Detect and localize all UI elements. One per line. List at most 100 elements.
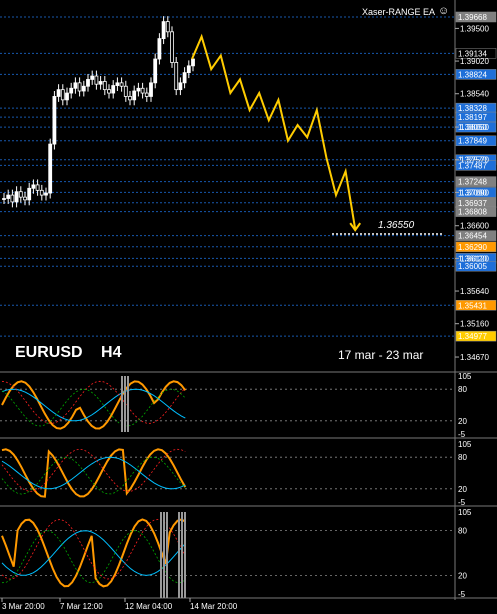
highlight-bar (184, 512, 186, 598)
candle-body (119, 82, 124, 87)
candle-body (157, 38, 162, 60)
chart-window[interactable]: 1.39668 1.39134 1.38824 1.38328 1.38197 1.380… (0, 0, 497, 614)
oscillator-scale-label: -5 (458, 590, 466, 599)
level-price-label: 1.37849 (458, 137, 487, 146)
level-price-label: 1.34977 (458, 332, 487, 341)
candle-body (81, 85, 86, 92)
oscillator-scale-label: 20 (458, 571, 467, 580)
candle-body (123, 85, 128, 97)
candle-body (191, 58, 195, 67)
price-tick-label: 1.36120 (460, 254, 489, 263)
candle-body (65, 92, 69, 101)
level-price-label: 1.36005 (458, 262, 487, 271)
candle-body (140, 87, 145, 94)
level-price-label: 1.36808 (458, 208, 487, 217)
candle-body (111, 85, 116, 94)
candle-body (60, 89, 65, 101)
candle-body (73, 82, 78, 89)
candle-body (86, 79, 90, 87)
candle-body (52, 96, 57, 145)
price-tick-label: 1.38540 (460, 90, 489, 99)
time-tick-label: 12 Mar 04:00 (125, 602, 173, 611)
candle-body (165, 21, 170, 33)
candle-body (18, 191, 23, 198)
level-price-label: 1.35431 (458, 301, 487, 310)
candle-body (170, 31, 174, 63)
candle-body (102, 81, 107, 91)
oscillator-main-line (1, 518, 186, 588)
symbol-label: EURUSD (15, 344, 83, 361)
candle-body (35, 184, 40, 191)
candle-body (39, 189, 44, 196)
candle-body (136, 87, 141, 92)
highlight-bar (163, 512, 165, 598)
candle-body (107, 89, 111, 94)
oscillator-scale-label: -5 (458, 498, 466, 507)
candle-body (98, 81, 103, 85)
candle-body (161, 21, 166, 40)
oscillator-scale-label: 105 (458, 372, 472, 381)
oscillator-scale-label: 105 (458, 508, 472, 517)
candle-body (23, 196, 27, 201)
oscillator-scale-label: 105 (458, 440, 472, 449)
level-price-label: 1.39668 (458, 13, 487, 22)
candle-body (149, 82, 153, 97)
forecast-line (191, 33, 357, 230)
ea-title: Xaser-RANGE EA (362, 7, 436, 17)
symbol-timeframe: EURUSD H4 (15, 344, 121, 362)
oscillator-scale-label: 80 (458, 527, 467, 536)
highlight-bar (178, 512, 180, 598)
target-price-label: 1.36550 (378, 220, 415, 231)
candle-body (186, 65, 191, 74)
candle-body (31, 184, 36, 189)
candle-body (77, 82, 82, 92)
price-tick-label: 1.39500 (460, 24, 489, 33)
oscillator-scale-label: 20 (458, 417, 467, 426)
highlight-bar (127, 376, 129, 432)
candle-body (115, 82, 120, 86)
timeframe-label: H4 (101, 344, 122, 361)
highlight-bar (160, 512, 162, 598)
level-price-label: 1.36454 (458, 232, 487, 241)
candle-body (174, 62, 179, 91)
smiley-icon: ☺ (438, 5, 450, 17)
oscillator-scale-label: -5 (458, 430, 466, 439)
price-tick-label: 1.38050 (460, 123, 489, 132)
candle-body (56, 89, 61, 97)
time-tick-label: 14 Mar 20:00 (190, 602, 238, 611)
price-tick-label: 1.37570 (460, 156, 489, 165)
oscillator-scale-label: 80 (458, 385, 467, 394)
price-tick-label: 1.37090 (460, 188, 489, 197)
candle-body (14, 191, 19, 203)
candle-body (128, 96, 132, 101)
highlight-bar (181, 512, 183, 598)
chart-canvas[interactable]: 1.396681.391341.388241.383281.381971.380… (0, 0, 497, 614)
price-tick-label: 1.34670 (460, 353, 489, 362)
price-tick-label: 1.39020 (460, 57, 489, 66)
candle-body (69, 87, 74, 94)
highlight-bar (121, 376, 123, 432)
level-price-label: 1.36290 (458, 243, 487, 252)
candle-body (182, 72, 187, 84)
period-label: 17 mar - 23 mar (338, 348, 424, 362)
level-price-label: 1.38197 (458, 113, 487, 122)
candle-body (94, 75, 99, 85)
candle-body (48, 143, 53, 194)
oscillator-scale-label: 80 (458, 453, 467, 462)
candle-body (27, 187, 32, 201)
candle-body (2, 198, 6, 200)
candle-body (132, 90, 137, 101)
highlight-bar (166, 512, 168, 598)
candle-body (153, 58, 158, 84)
highlight-bar (124, 376, 126, 432)
candle-body (44, 192, 48, 196)
candle-body (178, 82, 183, 91)
oscillator-main-line (1, 448, 187, 498)
oscillator-scale-label: 20 (458, 485, 467, 494)
candle-body (90, 75, 95, 80)
level-price-label: 1.37248 (458, 178, 487, 187)
candle-body (10, 194, 15, 203)
level-price-label: 1.38824 (458, 70, 487, 79)
candle-body (144, 92, 149, 97)
time-tick-label: 7 Mar 12:00 (60, 602, 103, 611)
